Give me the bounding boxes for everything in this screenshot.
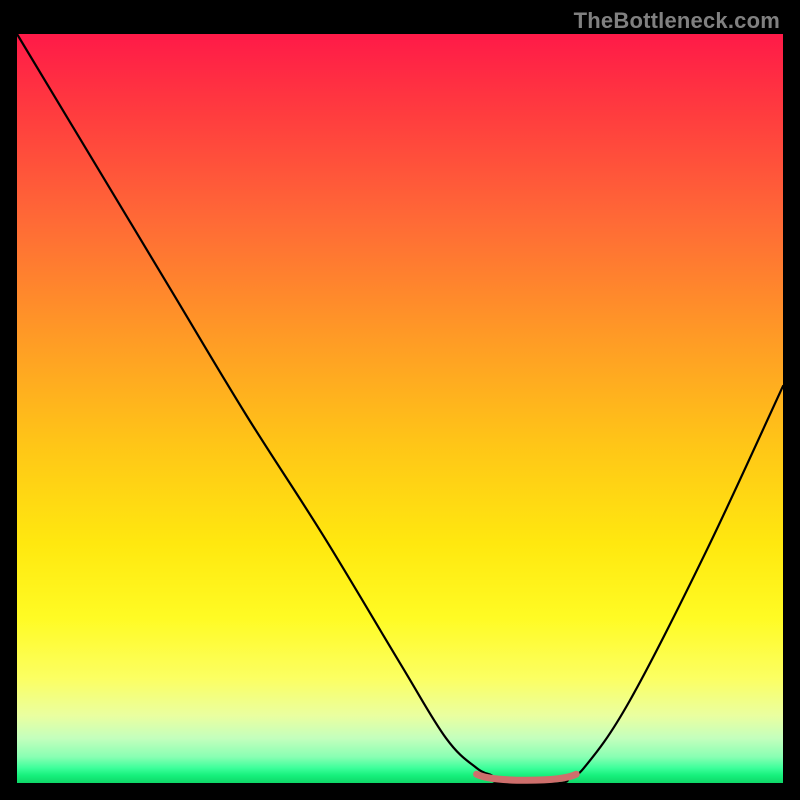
flat-min-segment <box>477 774 577 780</box>
curve-path <box>17 34 783 784</box>
plot-area <box>17 34 783 783</box>
watermark-label: TheBottleneck.com <box>574 8 780 34</box>
chart-frame: TheBottleneck.com <box>0 0 800 800</box>
bottleneck-curve <box>17 34 783 783</box>
